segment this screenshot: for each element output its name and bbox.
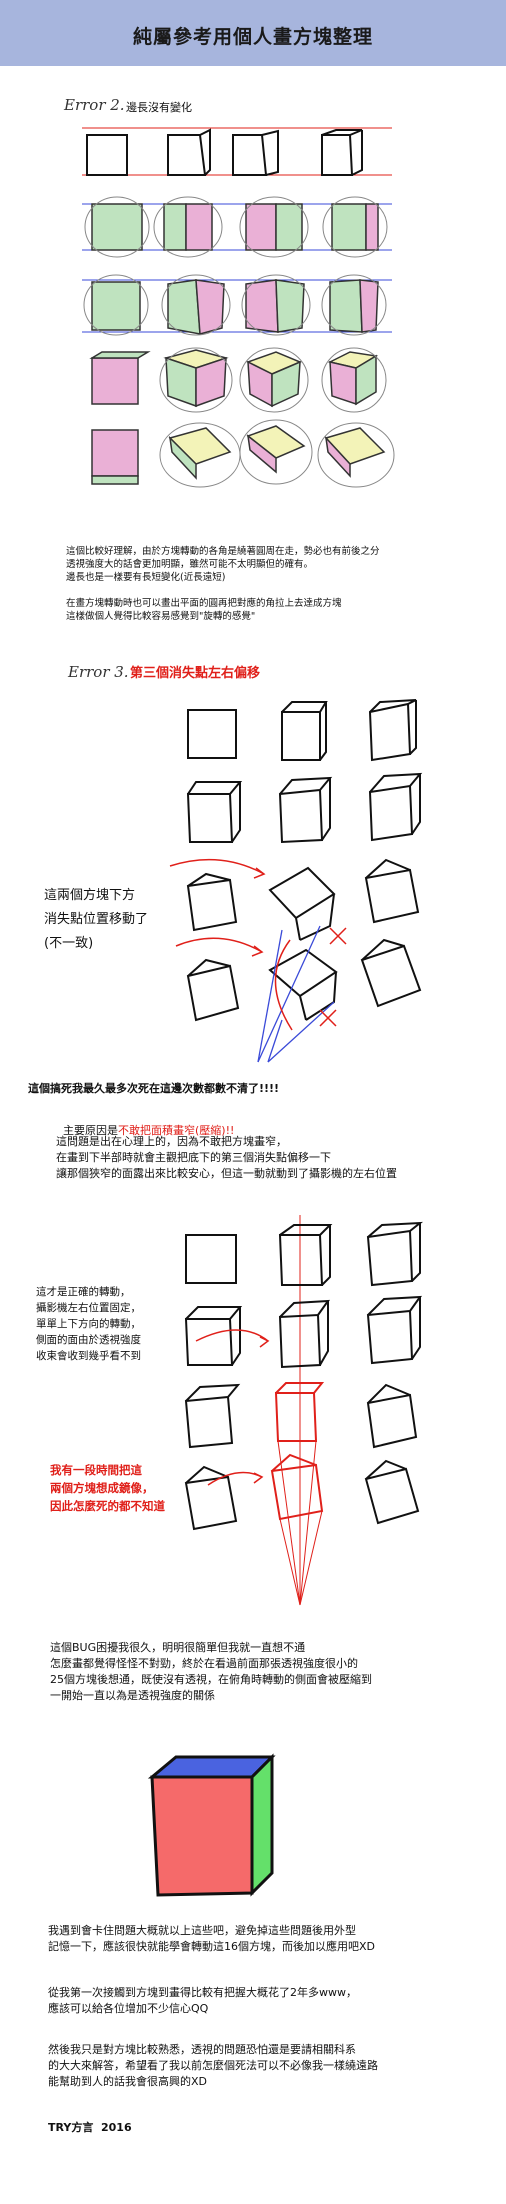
section3-heading: 第三個消失點左右偏移 xyxy=(130,666,261,681)
section3-paragraph: 這問題是出在心理上的，因為不敢把方塊畫窄， 在畫到下半部時就會主觀把底下的第三個… xyxy=(56,1135,397,1180)
page-title: 純屬參考用個人畫方塊整理 xyxy=(132,26,373,48)
section3-side-note: 這兩個方塊下方 消失點位置移動了 (不一致) xyxy=(44,888,149,951)
closing-paragraph-2: 從我第一次接觸到方塊到畫得比較有把握大概花了2年多www， 應該可以給各位增加不… xyxy=(48,1986,357,2015)
closing-paragraph-1: 我遇到會卡住問題大概就以上這些吧，避免掉這些問題後用外型 記憶一下，應該很快就能… xyxy=(48,1924,376,1953)
section3-correct-note: 這才是正確的轉動， 攝影機左右位置固定， 單單上下方向的轉動， 側面的面由於透視… xyxy=(36,1286,141,1362)
title-banner: 純屬參考用個人畫方塊整理 xyxy=(0,0,506,66)
section2-paragraph-2: 在畫方塊轉動時也可以畫出平面的圓再把對應的角拉上去達成方塊 這樣做個人覺得比較容… xyxy=(66,598,342,622)
signature: TRY方言 2016 xyxy=(48,2121,132,2134)
section3-mirror-note: 我有一段時間把這 兩個方塊想成鏡像， 因此怎麼死的都不知道 xyxy=(50,1463,165,1513)
section3-label: Error 3. xyxy=(68,663,129,681)
section2-paragraph-1: 這個比較好理解，由於方塊轉動的各角是繞著圓周在走，勢必也有前後之分 透視強度大的… xyxy=(66,546,380,583)
section3-cube-grid xyxy=(169,699,423,1063)
section3-bold-line: 這個搞死我最久最多次死在這邊次數都數不清了!!!! xyxy=(28,1082,280,1095)
colored-cube-illustration xyxy=(147,1753,276,1897)
section3-correct-grid xyxy=(184,1215,424,1606)
section3-bug-paragraph: 這個BUG困擾我很久，明明很簡單但我就一直想不通 怎麼畫都覺得怪怪不對勁，終於在… xyxy=(50,1641,372,1702)
closing-paragraph-3: 然後我只是對方塊比較熟悉，透視的問題恐怕還是要請相關科系 的大大來解答，希望看了… xyxy=(48,2043,378,2088)
